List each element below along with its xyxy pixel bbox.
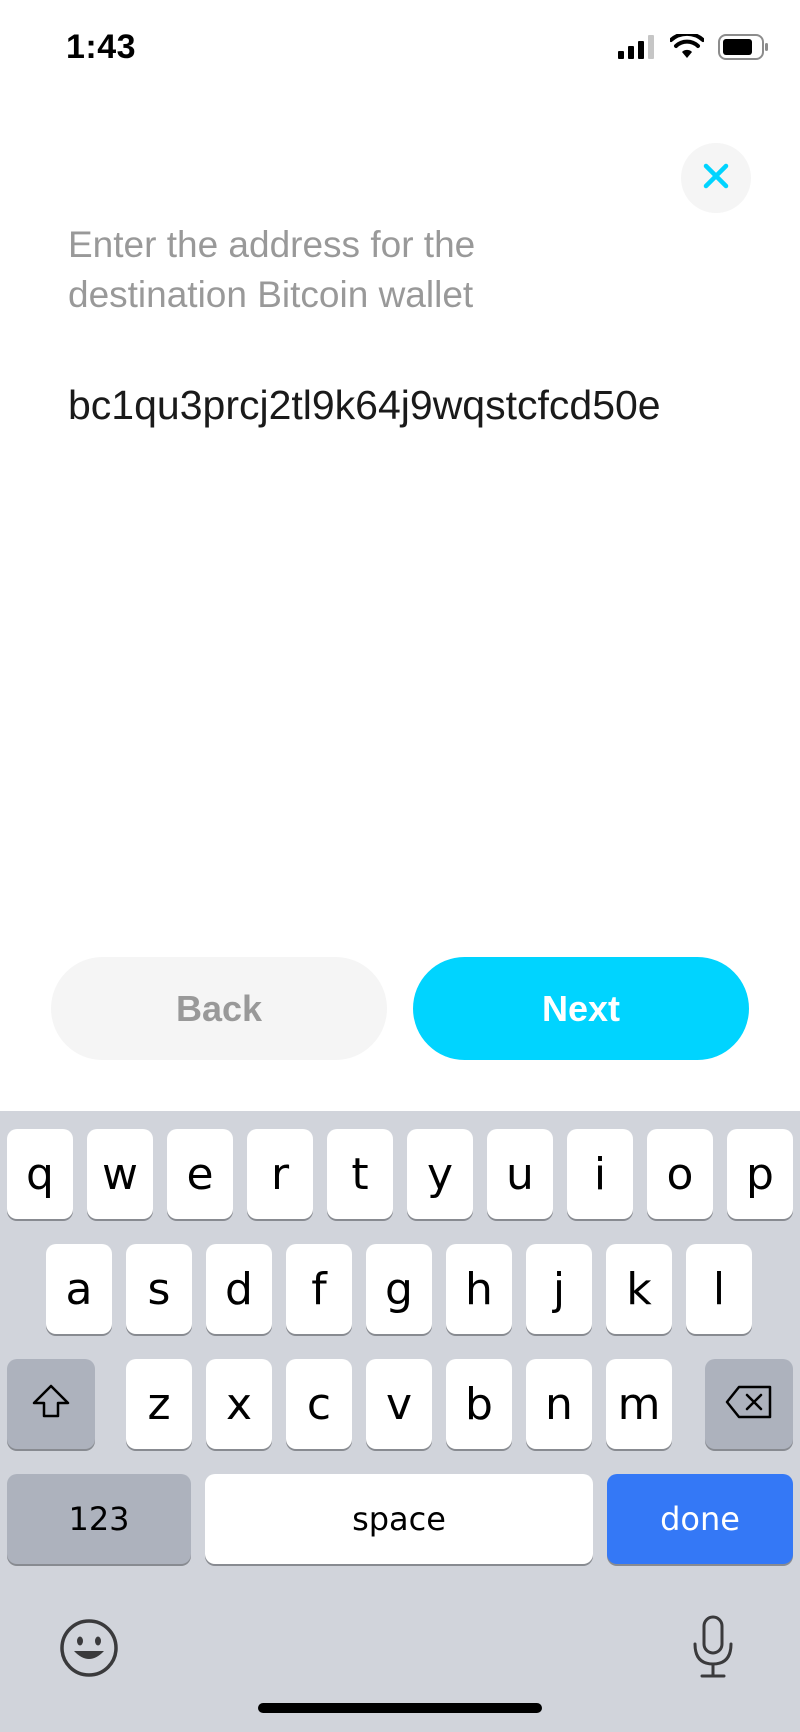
shift-icon: [31, 1379, 71, 1430]
key-q[interactable]: q: [7, 1129, 73, 1219]
key-t[interactable]: t: [327, 1129, 393, 1219]
key-v[interactable]: v: [366, 1359, 432, 1449]
key-n[interactable]: n: [526, 1359, 592, 1449]
key-d[interactable]: d: [206, 1244, 272, 1334]
key-x[interactable]: x: [206, 1359, 272, 1449]
numbers-key[interactable]: 123: [7, 1474, 191, 1564]
key-f[interactable]: f: [286, 1244, 352, 1334]
next-button[interactable]: Next: [413, 957, 749, 1060]
status-time: 1:43: [66, 28, 137, 66]
key-j[interactable]: j: [526, 1244, 592, 1334]
key-p[interactable]: p: [727, 1129, 793, 1219]
key-i[interactable]: i: [567, 1129, 633, 1219]
battery-icon: [718, 34, 770, 65]
cellular-signal-icon: [618, 35, 656, 64]
wallet-address-input[interactable]: [68, 375, 768, 435]
key-o[interactable]: o: [647, 1129, 713, 1219]
key-l[interactable]: l: [686, 1244, 752, 1334]
wallet-address-prompt: Enter the address for the destination Bi…: [68, 224, 476, 315]
close-button[interactable]: [681, 143, 751, 213]
key-u[interactable]: u: [487, 1129, 553, 1219]
shift-key[interactable]: [7, 1359, 95, 1449]
key-g[interactable]: g: [366, 1244, 432, 1334]
backspace-icon: [725, 1379, 773, 1430]
key-h[interactable]: h: [446, 1244, 512, 1334]
key-m[interactable]: m: [606, 1359, 672, 1449]
done-key[interactable]: done: [607, 1474, 793, 1564]
key-c[interactable]: c: [286, 1359, 352, 1449]
key-s[interactable]: s: [126, 1244, 192, 1334]
emoji-button[interactable]: [54, 1615, 124, 1685]
status-icons: [618, 31, 770, 65]
key-e[interactable]: e: [167, 1129, 233, 1219]
key-y[interactable]: y: [407, 1129, 473, 1219]
key-b[interactable]: b: [446, 1359, 512, 1449]
status-bar: 1:43: [0, 0, 800, 100]
home-indicator: [258, 1703, 542, 1713]
back-button[interactable]: Back: [51, 957, 387, 1060]
close-icon: [703, 163, 729, 194]
key-k[interactable]: k: [606, 1244, 672, 1334]
wifi-icon: [669, 31, 705, 65]
space-key[interactable]: space: [205, 1474, 593, 1564]
microphone-icon: [689, 1614, 737, 1685]
key-w[interactable]: w: [87, 1129, 153, 1219]
dictation-button[interactable]: [678, 1611, 748, 1687]
emoji-icon: [58, 1617, 120, 1684]
key-z[interactable]: z: [126, 1359, 192, 1449]
key-a[interactable]: a: [46, 1244, 112, 1334]
backspace-key[interactable]: [705, 1359, 793, 1449]
key-r[interactable]: r: [247, 1129, 313, 1219]
keyboard: q w e r t y u i o p a s d f g h j k l z …: [0, 1111, 800, 1732]
